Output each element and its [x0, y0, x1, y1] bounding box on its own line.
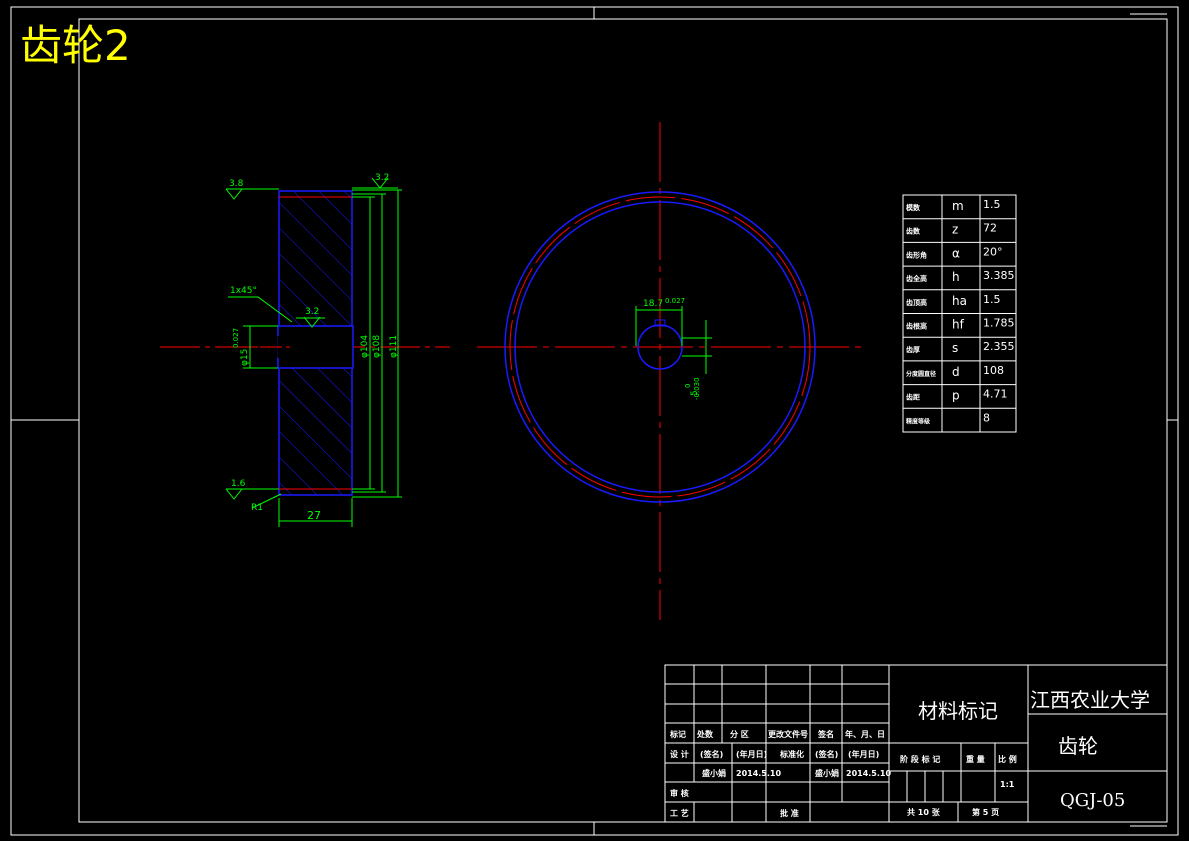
design-cell: 设 计 — [670, 749, 689, 759]
param-label: 齿距 — [906, 393, 920, 402]
param-symbol: m — [952, 199, 964, 213]
keyway-tolerance: -0.030 — [693, 377, 701, 400]
design-cell: (年月日) — [736, 749, 767, 759]
diameter-dimension: φ111 — [389, 335, 399, 358]
param-symbol: z — [952, 223, 958, 237]
param-label: 模数 — [906, 203, 921, 212]
bore-dimension: φ15 — [240, 349, 250, 366]
param-value: 1.5 — [983, 293, 1001, 306]
roughness-label: 3.8 — [229, 179, 244, 189]
param-value: 20° — [983, 245, 1003, 258]
drawing-canvas: 齿轮2 3.8 1.6 3.2 3.2 1x45° R1 27 φ15 0.02… — [10, 6, 1179, 836]
param-label: 精度等级 — [906, 417, 930, 425]
params-table: 模数 m 1.5 齿数 z 72 齿形角 α 20° 齿全高 h 3.385 齿顶高 ha 1.5 齿根高 hf… — [906, 198, 1015, 425]
scale-value: 1:1 — [1000, 780, 1015, 789]
sheet-number: 第 5 页 — [972, 807, 999, 817]
roughness-label: 3.2 — [375, 173, 389, 183]
design-cell: (签名) — [700, 749, 723, 759]
header-cell: 更改文件号 — [768, 729, 808, 739]
param-label: 齿数 — [906, 227, 921, 236]
scale-label: 比 例 — [998, 754, 1017, 764]
param-value: 8 — [983, 411, 990, 424]
param-value: 1.5 — [983, 198, 1001, 211]
param-symbol: d — [952, 365, 960, 379]
param-label: 齿根高 — [906, 322, 927, 331]
radius-label: R1 — [251, 503, 263, 513]
roughness-label: 3.2 — [305, 307, 319, 317]
roughness-label: 1.6 — [231, 479, 246, 489]
param-symbol: p — [952, 389, 960, 403]
review-label: 审 核 — [670, 788, 689, 798]
param-symbol: α — [952, 246, 960, 260]
param-symbol: hf — [952, 318, 965, 332]
part-name: 齿轮 — [1058, 734, 1098, 758]
header-cell: 标记 — [669, 729, 686, 739]
param-value: 1.785 — [983, 317, 1015, 330]
bore-tolerance: 0.027 — [232, 328, 240, 348]
diameter-dimension: φ108 — [372, 335, 382, 358]
university-name: 江西农业大学 — [1030, 688, 1150, 712]
header-cell: 处数 — [696, 729, 714, 739]
width-dimension: 27 — [307, 509, 321, 522]
stage-label: 阶 段 标 记 — [900, 754, 940, 764]
design-cell: (签名) — [815, 749, 838, 759]
section-view — [160, 190, 450, 496]
param-value: 72 — [983, 222, 997, 235]
param-label: 齿形角 — [906, 250, 927, 259]
sheets-total: 共 10 张 — [907, 807, 941, 817]
keyway-tolerance: 0 — [684, 384, 692, 388]
param-label: 齿厚 — [906, 345, 920, 354]
chamfer-label: 1x45° — [230, 286, 257, 296]
weight-label: 重 量 — [966, 754, 985, 764]
key-dimension: 18.7 — [643, 299, 663, 309]
drawing-number: QGJ-05 — [1060, 790, 1125, 811]
param-symbol: s — [952, 341, 958, 355]
design-cell: (年月日) — [848, 749, 879, 759]
date-cell: 2014.5.10 — [736, 769, 781, 778]
approve-label: 批 准 — [780, 808, 799, 818]
param-symbol: ha — [952, 294, 967, 308]
material-label: 材料标记 — [918, 699, 998, 723]
date-cell: 2014.5.10 — [846, 769, 891, 778]
param-value: 4.71 — [983, 388, 1008, 401]
param-value: 3.385 — [983, 269, 1015, 282]
date-cell: 盛小娟 — [702, 768, 726, 778]
drawing-frame — [10, 6, 1179, 836]
process-label: 工 艺 — [670, 808, 689, 818]
param-label: 齿顶高 — [906, 298, 927, 307]
param-value: 108 — [983, 364, 1004, 377]
diameter-dimension: φ104 — [360, 335, 370, 358]
key-tolerance: 0.027 — [665, 297, 685, 305]
header-cell: 年、月、日 — [845, 729, 885, 739]
param-label: 齿全高 — [906, 274, 927, 283]
param-symbol: h — [952, 270, 960, 284]
date-cell: 盛小娟 — [815, 768, 839, 778]
header-cell: 签名 — [817, 729, 834, 739]
param-value: 2.355 — [983, 340, 1015, 353]
drawing-title: 齿轮2 — [20, 21, 131, 70]
front-view — [477, 122, 867, 620]
param-label: 分度圆直径 — [906, 370, 936, 378]
design-cell: 标准化 — [779, 749, 804, 759]
header-cell: 分 区 — [730, 729, 749, 739]
